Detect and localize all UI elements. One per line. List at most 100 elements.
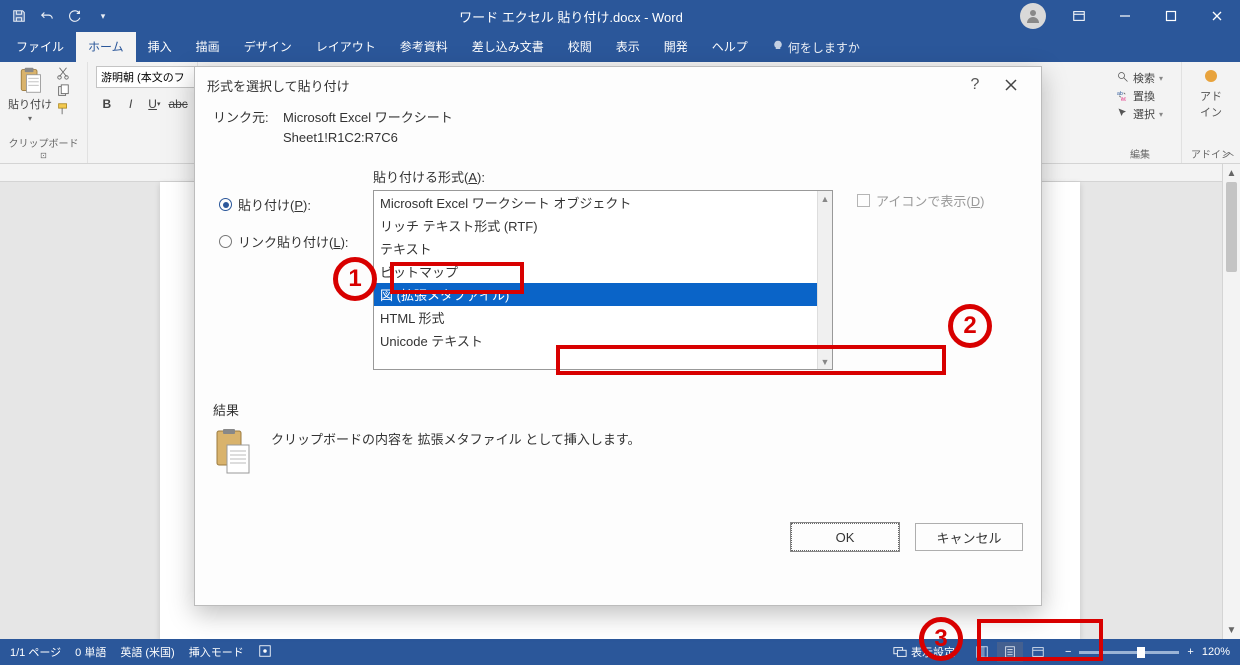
clipboard-group-label: クリップボード ⊡ xyxy=(8,135,79,161)
status-bar: 1/1 ページ 0 単語 英語 (米国) 挿入モード 表示設定 − + 120% xyxy=(0,639,1240,665)
font-group: 游明朝 (本文のフ B I U ▾ abc xyxy=(88,62,198,163)
listbox-scrollbar[interactable]: ▲ ▼ xyxy=(817,191,832,369)
tab-home[interactable]: ホーム xyxy=(76,32,136,62)
ribbon-tabs: ファイル ホーム 挿入 描画 デザイン レイアウト 参考資料 差し込み文書 校閲… xyxy=(0,32,1240,62)
status-page[interactable]: 1/1 ページ xyxy=(10,644,61,660)
account-avatar[interactable] xyxy=(1020,3,1046,29)
dialog-close-button[interactable] xyxy=(993,71,1029,99)
strikethrough-button[interactable]: abc xyxy=(167,94,189,114)
list-label: 貼り付ける形式(A): xyxy=(373,167,833,186)
tab-file[interactable]: ファイル xyxy=(4,32,76,62)
tab-references[interactable]: 参考資料 xyxy=(388,32,460,62)
list-item[interactable]: HTML 形式 xyxy=(374,306,817,329)
paste-button[interactable]: 貼り付け ▾ xyxy=(8,66,52,123)
tab-design[interactable]: デザイン xyxy=(232,32,304,62)
cancel-button[interactable]: キャンセル xyxy=(915,523,1023,551)
clipboard-paste-icon xyxy=(16,66,44,94)
list-item[interactable]: テキスト xyxy=(374,237,817,260)
status-insert-mode[interactable]: 挿入モード xyxy=(189,644,244,660)
list-item[interactable]: Microsoft Excel ワークシート オブジェクト xyxy=(374,191,817,214)
list-item[interactable]: リッチ テキスト形式 (RTF) xyxy=(374,214,817,237)
maximize-button[interactable] xyxy=(1148,0,1194,32)
replace-icon: abac xyxy=(1117,89,1129,104)
ok-button[interactable]: OK xyxy=(791,523,899,551)
copy-icon[interactable] xyxy=(56,84,74,98)
scroll-up-icon[interactable]: ▲ xyxy=(818,191,832,206)
zoom-control[interactable]: − + 120% xyxy=(1065,646,1230,658)
status-words[interactable]: 0 単語 xyxy=(75,644,106,660)
radio-paste-link[interactable]: リンク貼り付け(L): xyxy=(213,228,373,255)
scroll-down-icon[interactable]: ▼ xyxy=(818,354,832,369)
radio-paste-label: 貼り付け(P): xyxy=(238,195,311,214)
select-button[interactable]: 選択 ▾ xyxy=(1117,106,1163,122)
scroll-down-icon[interactable]: ▼ xyxy=(1223,621,1240,639)
format-painter-icon[interactable] xyxy=(56,102,74,116)
display-settings-icon xyxy=(893,645,907,659)
bold-button[interactable]: B xyxy=(96,94,118,114)
zoom-out-icon[interactable]: − xyxy=(1065,646,1071,658)
close-button[interactable] xyxy=(1194,0,1240,32)
italic-button[interactable]: I xyxy=(120,94,142,114)
status-display-settings[interactable]: 表示設定 xyxy=(893,644,955,660)
radio-paste[interactable]: 貼り付け(P): xyxy=(213,191,373,218)
repeat-icon[interactable] xyxy=(64,5,86,27)
addin-label: アド イン xyxy=(1200,88,1222,120)
tab-draw[interactable]: 描画 xyxy=(184,32,232,62)
tab-layout[interactable]: レイアウト xyxy=(304,32,388,62)
select-icon xyxy=(1117,107,1129,122)
clipboard-group: 貼り付け ▾ クリップボード ⊡ xyxy=(0,62,88,163)
search-icon xyxy=(1117,71,1129,86)
view-print-icon[interactable] xyxy=(997,642,1023,662)
underline-button[interactable]: U ▾ xyxy=(144,94,166,114)
radio-link-label: リンク貼り付け(L): xyxy=(238,232,349,251)
dialog-help-button[interactable]: ? xyxy=(957,71,993,99)
result-text: クリップボードの内容を 拡張メタファイル として挿入します。 xyxy=(271,427,641,448)
tab-review[interactable]: 校閲 xyxy=(556,32,604,62)
tab-insert[interactable]: 挿入 xyxy=(136,32,184,62)
clipboard-mini-buttons xyxy=(52,66,74,123)
list-item[interactable]: 図 (拡張メタファイル) xyxy=(374,283,817,306)
tab-mailings[interactable]: 差し込み文書 xyxy=(460,32,556,62)
undo-icon[interactable] xyxy=(36,5,58,27)
svg-text:ac: ac xyxy=(1121,96,1127,101)
zoom-level[interactable]: 120% xyxy=(1202,646,1230,658)
tab-view[interactable]: 表示 xyxy=(604,32,652,62)
format-listbox[interactable]: Microsoft Excel ワークシート オブジェクトリッチ テキスト形式 … xyxy=(373,190,833,370)
ribbon-display-options-icon[interactable] xyxy=(1056,0,1102,32)
quick-access-dropdown-icon[interactable]: ▾ xyxy=(92,5,114,27)
cut-icon[interactable] xyxy=(56,66,74,80)
view-focus-icon[interactable] xyxy=(969,642,995,662)
display-as-icon-checkbox: アイコンで表示(D) xyxy=(857,191,1023,210)
view-web-icon[interactable] xyxy=(1025,642,1051,662)
find-button[interactable]: 検索 ▾ xyxy=(1117,70,1163,86)
scroll-thumb[interactable] xyxy=(1226,182,1237,272)
zoom-slider[interactable] xyxy=(1079,651,1179,654)
vertical-scrollbar[interactable]: ▲ ▼ xyxy=(1222,164,1240,639)
list-item[interactable]: Unicode テキスト xyxy=(374,329,817,352)
clipboard-result-icon xyxy=(213,427,253,475)
source-line-2: Sheet1!R1C2:R7C6 xyxy=(283,130,453,145)
list-item[interactable]: ビットマップ xyxy=(374,260,817,283)
addin-button[interactable]: アド イン xyxy=(1190,66,1232,124)
chevron-down-icon: ▾ xyxy=(28,114,32,123)
paste-special-dialog: 形式を選択して貼り付け ? リンク元: Microsoft Excel ワークシ… xyxy=(194,66,1042,606)
paste-label: 貼り付け xyxy=(8,96,52,112)
radio-icon xyxy=(219,198,232,211)
collapse-ribbon-icon[interactable]: ︿ xyxy=(1223,143,1234,159)
font-name-combo[interactable]: 游明朝 (本文のフ xyxy=(96,66,196,88)
status-language[interactable]: 英語 (米国) xyxy=(120,644,174,660)
replace-button[interactable]: abac置換 xyxy=(1117,88,1163,104)
window-title: ワード エクセル 貼り付け.docx - Word xyxy=(122,7,1020,26)
scroll-up-icon[interactable]: ▲ xyxy=(1223,164,1240,182)
tab-developer[interactable]: 開発 xyxy=(652,32,700,62)
title-bar: ▾ ワード エクセル 貼り付け.docx - Word xyxy=(0,0,1240,32)
result-label: 結果 xyxy=(213,400,1023,419)
tell-me[interactable]: 何をしますか xyxy=(760,33,872,62)
display-as-icon-label: アイコンで表示(D) xyxy=(876,191,984,210)
status-macro-icon[interactable] xyxy=(258,644,272,661)
tab-help[interactable]: ヘルプ xyxy=(700,32,760,62)
checkbox-icon xyxy=(857,194,870,207)
save-icon[interactable] xyxy=(8,5,30,27)
zoom-in-icon[interactable]: + xyxy=(1187,646,1193,658)
minimize-button[interactable] xyxy=(1102,0,1148,32)
